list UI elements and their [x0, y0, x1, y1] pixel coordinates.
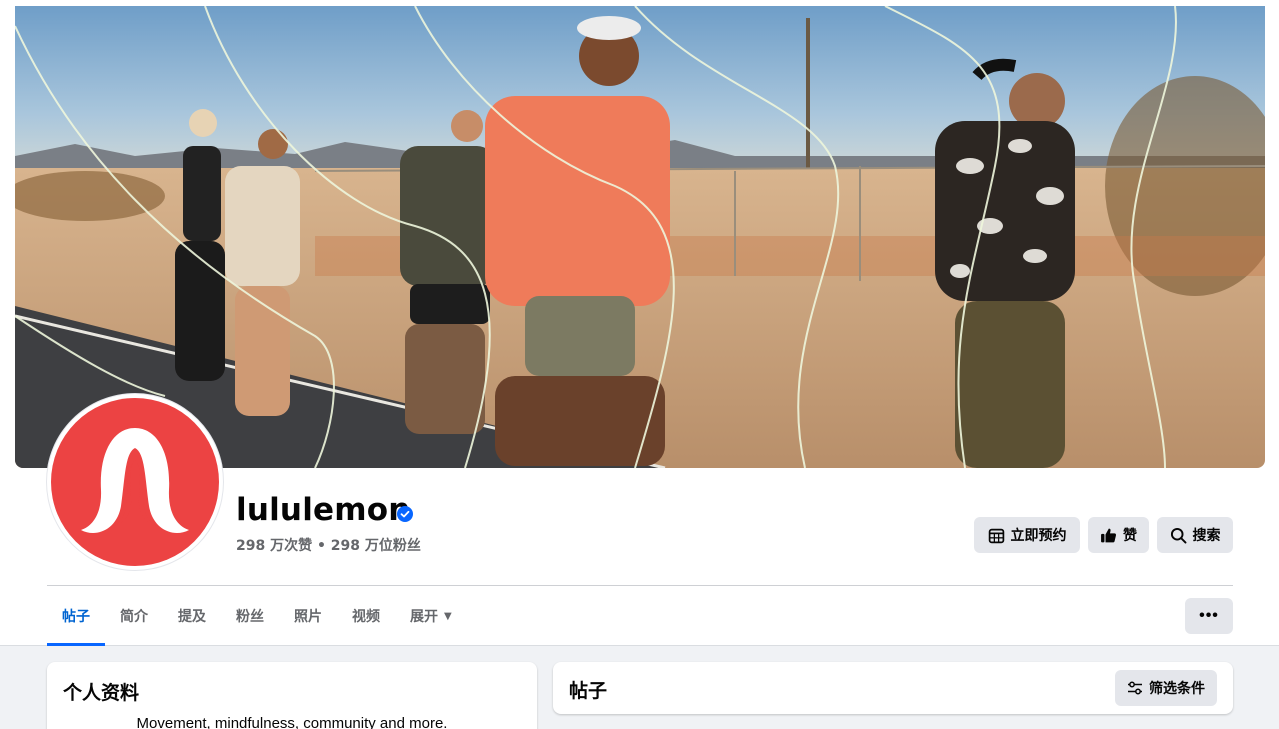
calendar-icon	[988, 528, 1004, 543]
intro-card: 个人资料 Movement, mindfulness, community an…	[47, 662, 537, 729]
profile-header: lululemon 298 万次赞 • 298 万位粉丝 立即预约 赞 搜索 帖…	[0, 0, 1279, 646]
tab-mentions[interactable]: 提及	[163, 586, 221, 646]
book-now-label: 立即预约	[1010, 528, 1067, 544]
page-title: lululemon	[236, 492, 411, 528]
caret-down-icon: ▼	[444, 610, 452, 622]
cover-photo[interactable]	[15, 6, 1265, 468]
posts-card: 帖子 筛选条件	[553, 662, 1233, 714]
intro-title: 个人资料	[63, 682, 140, 704]
thumbs-up-icon	[1101, 528, 1117, 542]
profile-tabs: 帖子 简介 提及 粉丝 照片 视频 展开 ▼	[47, 586, 467, 646]
search-button[interactable]: 搜索	[1157, 517, 1233, 553]
more-options-button[interactable]: •••	[1185, 598, 1233, 634]
search-label: 搜索	[1192, 528, 1221, 544]
tab-about[interactable]: 简介	[105, 586, 163, 646]
search-icon	[1170, 527, 1186, 543]
filter-button[interactable]: 筛选条件	[1115, 670, 1217, 706]
like-button[interactable]: 赞	[1088, 517, 1149, 553]
tab-videos[interactable]: 视频	[337, 586, 395, 646]
filter-icon	[1128, 681, 1142, 695]
filter-label: 筛选条件	[1149, 681, 1205, 697]
tab-followers[interactable]: 粉丝	[221, 586, 279, 646]
logo-mark-icon	[81, 428, 189, 533]
lululemon-logo	[51, 398, 219, 566]
intro-bio: Movement, mindfulness, community and mor…	[136, 715, 448, 729]
like-label: 赞	[1123, 528, 1137, 544]
page-avatar[interactable]	[47, 394, 223, 570]
page-stats: 298 万次赞 • 298 万位粉丝	[236, 538, 421, 554]
posts-title: 帖子	[569, 680, 608, 702]
cover-photo-image	[15, 6, 1265, 468]
tab-more-dropdown[interactable]: 展开 ▼	[395, 586, 467, 646]
tab-posts[interactable]: 帖子	[47, 586, 105, 646]
book-now-button[interactable]: 立即预约	[974, 517, 1080, 553]
more-icon: •••	[1199, 607, 1219, 624]
tab-photos[interactable]: 照片	[279, 586, 337, 646]
verified-badge-icon	[397, 506, 413, 522]
